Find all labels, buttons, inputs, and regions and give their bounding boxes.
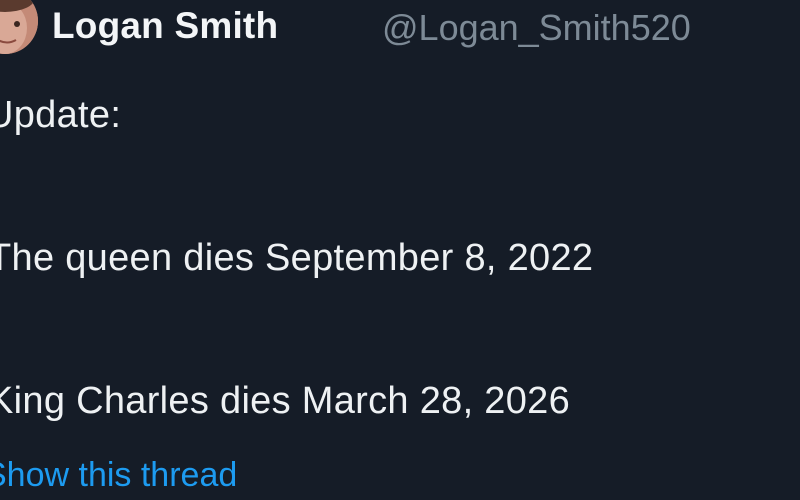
avatar[interactable] — [0, 0, 38, 54]
tweet-card: Logan Smith @Logan_Smith520 Update: The … — [0, 0, 800, 500]
author-handle[interactable]: @Logan_Smith520 — [382, 7, 691, 49]
author-name[interactable]: Logan Smith — [52, 5, 278, 47]
tweet-text-line: The queen dies September 8, 2022 — [0, 237, 594, 279]
tweet-text-line: Update: — [0, 94, 122, 136]
tweet-text-line: King Charles dies March 28, 2026 — [0, 380, 571, 422]
show-thread-link[interactable]: Show this thread — [0, 456, 237, 495]
